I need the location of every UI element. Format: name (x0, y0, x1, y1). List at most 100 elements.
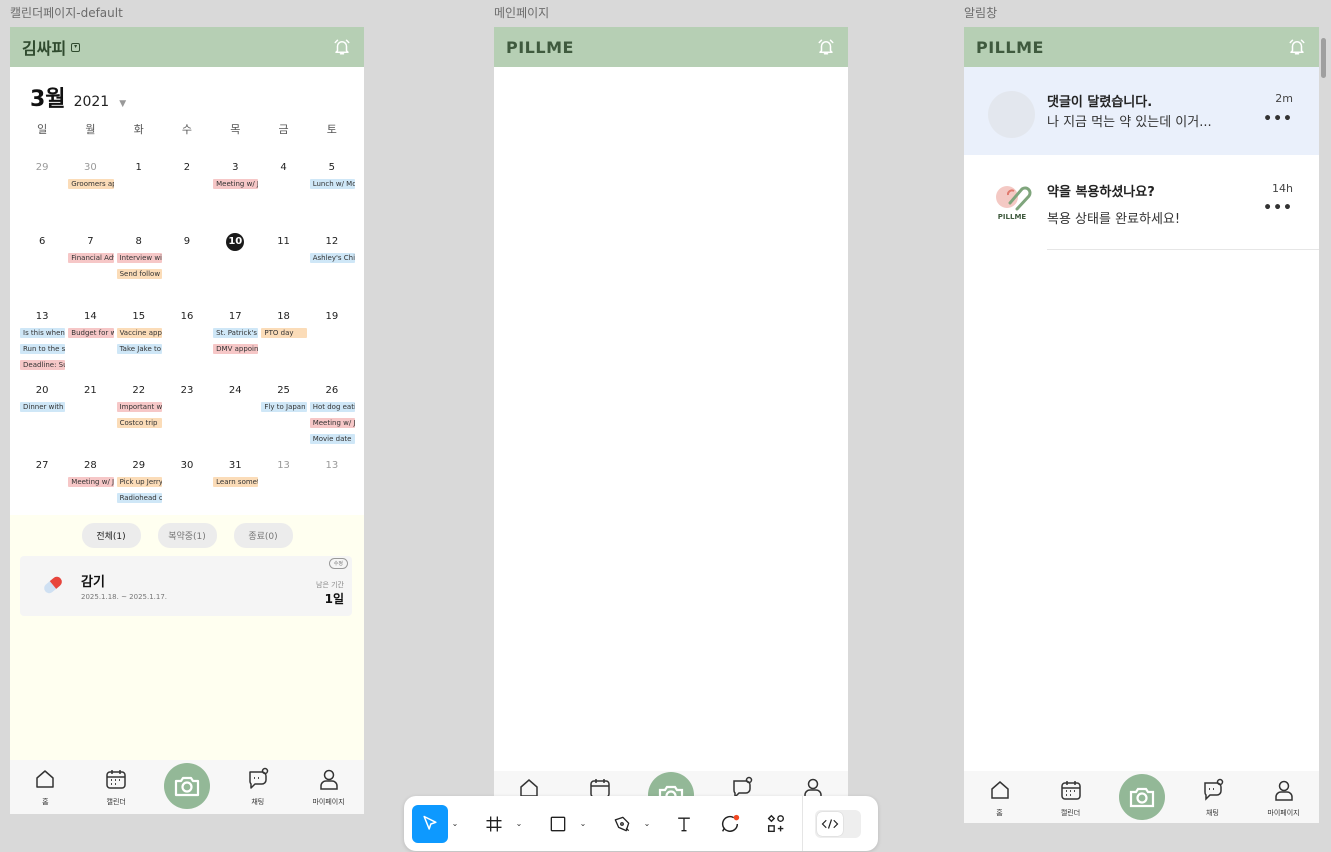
calendar-event[interactable]: Costco trip (116, 418, 162, 429)
calendar-day[interactable]: 14 Budget for week (66, 304, 114, 378)
calendar-day[interactable]: 10 (211, 229, 259, 303)
calendar-event[interactable]: St. Patrick's Day (213, 327, 259, 338)
pen-tool[interactable] (604, 805, 640, 843)
move-tool[interactable] (412, 804, 448, 843)
calendar-event[interactable]: Radiohead concert (116, 492, 162, 503)
scrollbar[interactable] (1321, 38, 1326, 78)
calendar-day[interactable]: 11 (259, 229, 307, 303)
calendar-day[interactable]: 26 Hot dog eating Meeting w/ Jo Movie date (308, 378, 356, 452)
calendar-day[interactable]: 6 (18, 229, 66, 303)
nav-mypage[interactable]: 마이페이지 (299, 766, 359, 807)
text-tool[interactable] (666, 805, 702, 843)
nav-calendar[interactable]: 캘린더 (86, 766, 146, 807)
brand-logo[interactable]: PILLME (506, 38, 574, 57)
calendar-event[interactable]: Meeting w/ Jo (68, 476, 114, 487)
bell-icon[interactable] (1287, 37, 1307, 57)
calendar-day[interactable]: 22 Important work Costco trip (115, 378, 163, 452)
calendar-icon (103, 766, 129, 792)
calendar-event[interactable]: Meeting w/ Jo (309, 418, 355, 429)
calendar-event[interactable]: Groomers appt (68, 179, 114, 189)
calendar-day[interactable]: 7 Financial Advisor (66, 229, 114, 303)
tab-all[interactable]: 전체(1) (81, 523, 141, 548)
nav-chat[interactable]: 채팅 (1183, 777, 1243, 818)
weekday-label: 금 (278, 123, 289, 136)
calendar-day[interactable]: 29 (18, 155, 66, 229)
calendar-event[interactable]: Meeting w/ Jo (213, 179, 259, 189)
calendar-event[interactable]: Deadline: Submit (20, 359, 66, 370)
calendar-day[interactable]: 25 Fly to Japan (259, 378, 307, 452)
calendar-event[interactable]: Is this when (20, 327, 66, 338)
nav-home[interactable]: 홈 (970, 777, 1030, 818)
medication-card[interactable]: 감기 2025.1.18. ~ 2025.1.17. 수정 남은 기간 1일 (20, 556, 352, 616)
calendar-event[interactable]: DMV appointment (213, 343, 259, 354)
notification-item[interactable]: 댓글이 달렸습니다. 나 지금 먹는 약 있는데 이거... 2m ••• (964, 67, 1319, 155)
notification-item[interactable]: PILLME 약을 복용하셨나요? 복용 상태를 완료하세요! 14h ••• (964, 155, 1319, 250)
edit-button[interactable]: 수정 (328, 558, 348, 569)
calendar-day[interactable]: 8 Interview with Send follow up (115, 229, 163, 303)
chevron-down-icon[interactable]: ⌄ (512, 819, 526, 828)
calendar-day[interactable]: 1 (115, 155, 163, 229)
calendar-day[interactable]: 15 Vaccine appt Take Jake to (115, 304, 163, 378)
calendar-day[interactable]: 18 PTO day (259, 304, 307, 378)
calendar-day[interactable]: 30 Groomers appt (66, 155, 114, 229)
calendar-event[interactable]: Dinner with (20, 402, 66, 413)
calendar-day[interactable]: 21 (66, 378, 114, 452)
nav-home[interactable]: 홈 (15, 766, 75, 807)
comment-tool[interactable] (712, 805, 748, 843)
nav-camera[interactable] (157, 763, 217, 809)
brand-logo[interactable]: PILLME (976, 38, 1044, 57)
calendar-event[interactable]: Vaccine appt (116, 327, 162, 338)
bell-icon[interactable] (332, 37, 352, 57)
calendar-event[interactable]: Learn something (213, 476, 259, 487)
calendar-event[interactable]: Interview with (116, 253, 162, 264)
more-options-icon[interactable]: ••• (1263, 200, 1293, 216)
nav-calendar[interactable]: 캘린더 (1041, 777, 1101, 818)
calendar-day[interactable]: 17 St. Patrick's Day DMV appointment (211, 304, 259, 378)
month-selector[interactable]: 3월 2021 ▼ (10, 67, 364, 113)
calendar-day[interactable]: 9 (163, 229, 211, 303)
calendar-day[interactable]: 16 (163, 304, 211, 378)
calendar-day[interactable]: 20 Dinner with (18, 378, 66, 452)
calendar-event[interactable]: Lunch w/ Mom (309, 179, 355, 189)
calendar-event[interactable]: PTO day (261, 327, 307, 338)
calendar-event[interactable]: Run to the store (20, 343, 66, 354)
chevron-down-icon[interactable]: ⌄ (576, 819, 590, 828)
nav-mypage-label: 마이페이지 (1267, 809, 1300, 817)
calendar-event[interactable]: Fly to Japan (261, 402, 307, 413)
nav-chat[interactable]: 채팅 (228, 766, 288, 807)
bell-icon[interactable] (816, 37, 836, 57)
user-selector[interactable]: 김싸피 ▾ (22, 35, 81, 59)
more-options-icon[interactable]: ••• (1263, 111, 1293, 127)
chevron-down-icon[interactable]: ⌄ (640, 819, 654, 828)
calendar-event[interactable]: Hot dog eating (309, 402, 355, 413)
tab-in-progress[interactable]: 복약중(1) (157, 523, 217, 548)
tab-finished[interactable]: 종료(0) (233, 523, 293, 548)
calendar-day[interactable]: 13 Is this when Run to the store Deadline: … (18, 304, 66, 378)
shape-tool[interactable] (540, 805, 576, 843)
frame-tool[interactable] (476, 805, 512, 843)
calendar-day[interactable]: 5 Lunch w/ Mom (308, 155, 356, 229)
calendar-event[interactable]: Budget for week (68, 327, 114, 338)
actions-tool[interactable] (758, 805, 794, 843)
calendar-day[interactable]: 12 Ashley's Children (308, 229, 356, 303)
medication-dates: 2025.1.18. ~ 2025.1.17. (81, 593, 168, 601)
calendar-event[interactable]: Financial Advisor (68, 253, 114, 264)
chevron-down-icon[interactable]: ⌄ (448, 819, 462, 828)
calendar-event[interactable]: Send follow up (116, 269, 162, 280)
calendar-event[interactable]: Ashley's Children (309, 253, 355, 264)
calendar-day[interactable]: 3 Meeting w/ Jo (211, 155, 259, 229)
event-list: PTO day (259, 326, 307, 338)
nav-mypage[interactable]: 마이페이지 (1254, 777, 1314, 818)
day-number: 11 (277, 236, 290, 248)
calendar-event[interactable]: Take Jake to (116, 343, 162, 354)
calendar-day[interactable]: 23 (163, 378, 211, 452)
calendar-day[interactable]: 2 (163, 155, 211, 229)
calendar-event[interactable]: Pick up Jerry (116, 476, 162, 487)
calendar-day[interactable]: 4 (259, 155, 307, 229)
nav-camera[interactable] (1112, 774, 1172, 820)
calendar-day[interactable]: 19 (308, 304, 356, 378)
calendar-event[interactable]: Movie date (309, 434, 355, 445)
calendar-day[interactable]: 24 (211, 378, 259, 452)
dev-mode-toggle[interactable] (815, 809, 861, 838)
calendar-event[interactable]: Important work (116, 402, 162, 413)
